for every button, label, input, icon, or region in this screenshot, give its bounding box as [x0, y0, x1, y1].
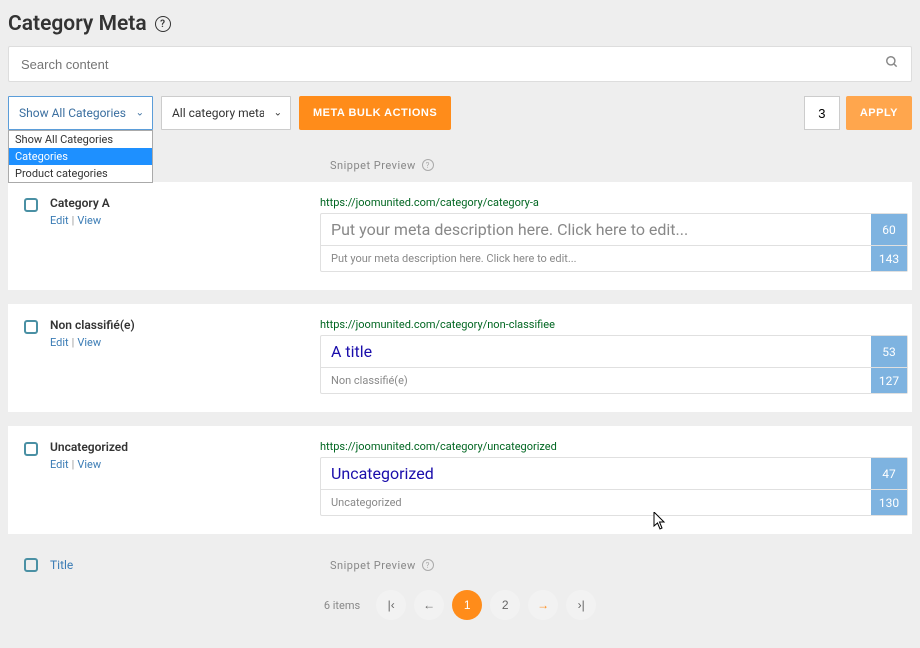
row-title: Uncategorized [50, 440, 320, 454]
chevron-down-icon: ⌄ [274, 108, 282, 119]
snippet-meta[interactable]: Non classifié(e) [321, 368, 867, 393]
meta-length-badge: 143 [871, 246, 907, 271]
row-actions: Edit|View [50, 214, 320, 227]
pagination-info: 6 items [324, 599, 360, 612]
row-title: Non classifié(e) [50, 318, 320, 332]
edit-link[interactable]: Edit [50, 458, 69, 471]
meta-length-badge: 130 [871, 490, 907, 515]
pagination-next[interactable]: → [528, 590, 558, 620]
row-title: Category A [50, 196, 320, 210]
meta-info-dropdown[interactable]: All category meta infori ⌄ [161, 96, 291, 130]
apply-button[interactable]: APPLY [846, 96, 912, 130]
pagination-prev[interactable]: ← [414, 590, 444, 620]
chevron-down-icon: ⌄ [136, 108, 144, 119]
snippet-meta[interactable]: Put your meta description here. Click he… [321, 246, 867, 271]
row-actions: Edit|View [50, 458, 320, 471]
row-checkbox[interactable] [24, 320, 38, 334]
dropdown-option[interactable]: Show All Categories [9, 131, 152, 148]
view-link[interactable]: View [77, 214, 101, 227]
dropdown-label: Show All Categories [19, 106, 126, 120]
view-link[interactable]: View [77, 458, 101, 471]
snippet-box: Uncategorized 47 Uncategorized 130 [320, 457, 908, 516]
title-length-badge: 53 [871, 336, 907, 367]
snippet-meta[interactable]: Uncategorized [321, 490, 867, 515]
table-row: Non classifié(e) Edit|View https://joomu… [8, 304, 912, 412]
table-footer: Title Snippet Preview ? [8, 548, 912, 582]
help-icon[interactable]: ? [422, 559, 434, 571]
pagination-page[interactable]: 1 [452, 590, 482, 620]
column-title[interactable]: Title [50, 558, 330, 572]
snippet-url: https://joomunited.com/category/category… [320, 196, 908, 209]
snippet-url: https://joomunited.com/category/uncatego… [320, 440, 908, 453]
category-filter-dropdown[interactable]: Show All Categories ⌄ [8, 96, 153, 130]
view-link[interactable]: View [77, 336, 101, 349]
snippet-box: A title 53 Non classifié(e) 127 [320, 335, 908, 394]
dropdown-label: All category meta infori [172, 106, 264, 120]
search-input[interactable] [21, 57, 885, 72]
column-snippet: Snippet Preview ? [330, 559, 434, 572]
snippet-url: https://joomunited.com/category/non-clas… [320, 318, 908, 331]
help-icon[interactable]: ? [422, 159, 434, 171]
row-actions: Edit|View [50, 336, 320, 349]
edit-link[interactable]: Edit [50, 336, 69, 349]
pagination-page[interactable]: 2 [490, 590, 520, 620]
page-title: Category Meta [8, 12, 147, 36]
title-length-badge: 47 [871, 458, 907, 489]
dropdown-option[interactable]: Product categories [9, 165, 152, 182]
search-icon[interactable] [885, 55, 899, 73]
table-row: Category A Edit|View https://joomunited.… [8, 182, 912, 290]
snippet-box: Put your meta description here. Click he… [320, 213, 908, 272]
select-all-checkbox[interactable] [24, 558, 38, 572]
pagination-last[interactable]: ›| [566, 590, 596, 620]
pagination: 6 items |‹ ← 1 2 → ›| [8, 582, 912, 640]
items-per-page-input[interactable] [804, 96, 840, 130]
title-length-badge: 60 [871, 214, 907, 245]
help-icon[interactable]: ? [155, 16, 171, 32]
dropdown-option[interactable]: Categories [9, 148, 152, 165]
column-snippet: Snippet Preview ? [330, 159, 434, 172]
row-checkbox[interactable] [24, 442, 38, 456]
snippet-title[interactable]: A title [321, 336, 867, 367]
meta-length-badge: 127 [871, 368, 907, 393]
bulk-actions-button[interactable]: META BULK ACTIONS [299, 96, 451, 130]
edit-link[interactable]: Edit [50, 214, 69, 227]
table-row: Uncategorized Edit|View https://joomunit… [8, 426, 912, 534]
row-checkbox[interactable] [24, 198, 38, 212]
category-filter-menu: Show All Categories Categories Product c… [8, 130, 153, 183]
snippet-title[interactable]: Uncategorized [321, 458, 867, 489]
search-bar[interactable] [8, 46, 912, 82]
snippet-title[interactable]: Put your meta description here. Click he… [321, 214, 867, 245]
pagination-first[interactable]: |‹ [376, 590, 406, 620]
